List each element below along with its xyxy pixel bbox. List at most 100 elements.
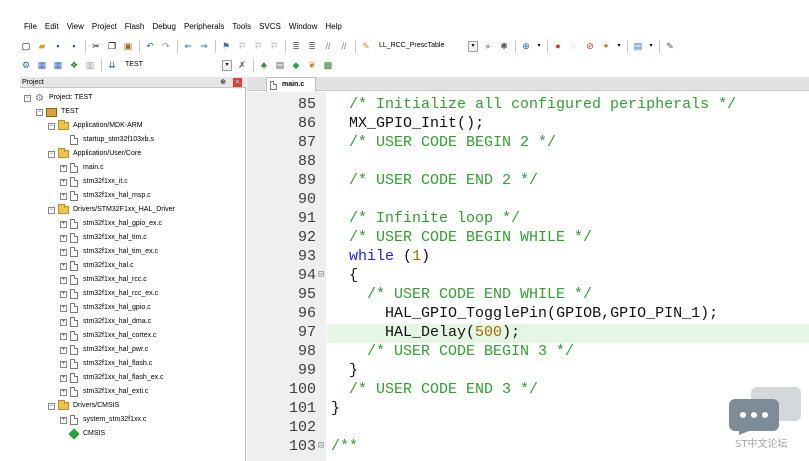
indent-icon[interactable]: ≣: [290, 40, 302, 52]
tree-item-file[interactable]: + main.c: [60, 161, 104, 175]
file-extensions-icon[interactable]: ♣: [258, 59, 270, 71]
pack-installer-icon[interactable]: ◆: [290, 59, 302, 71]
nav-forward-icon[interactable]: ⇒: [198, 40, 210, 52]
chevron-down-icon[interactable]: ▾: [616, 40, 622, 52]
menu-item-svcs[interactable]: SVCS: [259, 18, 281, 36]
save-all-icon[interactable]: ▪: [68, 40, 80, 52]
expand-icon[interactable]: +: [60, 388, 67, 396]
download-icon[interactable]: ⇊: [106, 59, 118, 71]
tree-item-file[interactable]: + stm32f1xx_hal.c: [60, 259, 134, 273]
tree-item-folder[interactable]: − Drivers/STM32F1xx_HAL_Driver: [48, 203, 175, 217]
breakpoint-kill-icon[interactable]: ⊘: [584, 40, 596, 52]
expand-icon[interactable]: +: [60, 178, 67, 186]
tree-item-folder[interactable]: − Application/User/Core: [48, 147, 141, 161]
bookmark-icon[interactable]: ⚑: [220, 40, 232, 52]
save-icon[interactable]: ▪: [52, 40, 64, 52]
expand-icon[interactable]: +: [60, 332, 67, 340]
tree-item-folder[interactable]: − Drivers/CMSIS: [48, 399, 119, 413]
tree-item-file[interactable]: + stm32f1xx_hal_gpio_ex.c: [60, 217, 162, 231]
chevron-down-icon[interactable]: ▾: [648, 40, 654, 52]
tree-item-file[interactable]: + stm32f1xx_hal_exti.c: [60, 385, 148, 399]
uncomment-icon[interactable]: //: [338, 40, 350, 52]
rebuild-icon[interactable]: ▦: [52, 59, 64, 71]
tree-item-file[interactable]: + stm32f1xx_hal_pwr.c: [60, 343, 148, 357]
find-icon[interactable]: ⌕: [482, 40, 494, 52]
expand-icon[interactable]: +: [60, 290, 67, 298]
collapse-icon[interactable]: −: [48, 402, 55, 410]
cut-icon[interactable]: ✂: [90, 40, 102, 52]
tree-item-file[interactable]: + stm32f1xx_hal_cortex.c: [60, 329, 157, 343]
window-layout-icon[interactable]: ▤: [632, 40, 644, 52]
expand-icon[interactable]: +: [60, 262, 67, 270]
expand-icon[interactable]: +: [60, 318, 67, 326]
bookmark-prev-icon[interactable]: ⚐: [236, 40, 248, 52]
tree-item-file[interactable]: + stm32f1xx_hal_tim.c: [60, 231, 147, 245]
tree-item-file[interactable]: + stm32f1xx_hal_msp.c: [60, 189, 151, 203]
expand-icon[interactable]: +: [60, 416, 67, 424]
close-icon[interactable]: ×: [233, 78, 242, 87]
tree-item-file[interactable]: + stm32f1xx_hal_tim_ex.c: [60, 245, 158, 259]
target-combo[interactable]: TEST: [122, 58, 218, 72]
nav-back-icon[interactable]: ⇐: [182, 40, 194, 52]
expand-icon[interactable]: +: [60, 220, 67, 228]
paste-icon[interactable]: ▣: [122, 40, 134, 52]
copy-icon[interactable]: ❐: [106, 40, 118, 52]
expand-icon[interactable]: +: [60, 374, 67, 382]
find-combo-dropdown[interactable]: ▾: [468, 40, 478, 52]
tree-item-file[interactable]: + system_stm32f1xx.c: [60, 413, 146, 427]
debug-start-icon[interactable]: ⊕: [520, 40, 532, 52]
tree-item-file[interactable]: + stm32f1xx_hal_flash.c: [60, 357, 152, 371]
tree-item-target[interactable]: − TEST: [36, 105, 79, 119]
undo-icon[interactable]: ↶: [144, 40, 156, 52]
build-icon[interactable]: ▦: [36, 59, 48, 71]
expand-icon[interactable]: +: [60, 234, 67, 242]
menu-item-file[interactable]: File: [24, 18, 37, 36]
browse-icon[interactable]: ✱: [498, 40, 510, 52]
settings-icon[interactable]: ✎: [664, 40, 676, 52]
find-combo[interactable]: LL_RCC_PrescTable: [376, 39, 464, 53]
expand-icon[interactable]: +: [60, 248, 67, 256]
chevron-down-icon[interactable]: ▾: [536, 40, 542, 52]
tree-item-project[interactable]: − ⚙ Project: TEST: [24, 91, 92, 105]
breakpoint-toggle-icon[interactable]: ✦: [600, 40, 612, 52]
collapse-icon[interactable]: −: [24, 94, 31, 102]
manage-rte-icon[interactable]: ▤: [274, 59, 286, 71]
collapse-icon[interactable]: −: [48, 150, 55, 158]
tree-item-file[interactable]: + stm32f1xx_hal_gpio.c: [60, 301, 151, 315]
tree-item-file[interactable]: + stm32f1xx_hal_flash_ex.c: [60, 371, 164, 385]
menu-item-edit[interactable]: Edit: [45, 18, 59, 36]
collapse-icon[interactable]: −: [36, 108, 43, 116]
bookmark-next-icon[interactable]: ⚐: [252, 40, 264, 52]
stop-build-icon[interactable]: ▥: [84, 59, 96, 71]
new-file-icon[interactable]: ▢: [20, 40, 32, 52]
menu-item-debug[interactable]: Debug: [152, 18, 176, 36]
menu-item-flash[interactable]: Flash: [125, 18, 145, 36]
collapse-icon[interactable]: −: [48, 122, 55, 130]
menu-item-help[interactable]: Help: [325, 18, 341, 36]
bookmark-clear-icon[interactable]: ⚐: [268, 40, 280, 52]
find-in-files-icon[interactable]: ✎: [360, 40, 372, 52]
target-combo-dropdown[interactable]: ▾: [222, 59, 232, 71]
tree-item-file[interactable]: startup_stm32f103xb.s: [60, 133, 154, 147]
tab-main-c[interactable]: main.c: [266, 77, 316, 92]
tree-item-folder[interactable]: − Application/MDK-ARM: [48, 119, 143, 133]
target-options-icon[interactable]: ✗: [236, 59, 248, 71]
tree-item-component[interactable]: CMSIS: [60, 427, 105, 441]
expand-icon[interactable]: +: [60, 164, 67, 172]
tree-item-file[interactable]: + stm32f1xx_hal_dma.c: [60, 315, 151, 329]
breakpoint-disable-icon[interactable]: ○: [568, 40, 580, 52]
select-packs-icon[interactable]: ▩: [322, 59, 334, 71]
tree-item-file[interactable]: + stm32f1xx_it.c: [60, 175, 128, 189]
menu-item-peripherals[interactable]: Peripherals: [184, 18, 224, 36]
books-icon[interactable]: ❦: [306, 59, 318, 71]
fold-icon[interactable]: ⊟: [318, 437, 327, 456]
menu-item-window[interactable]: Window: [289, 18, 317, 36]
expand-icon[interactable]: +: [60, 192, 67, 200]
breakpoint-icon[interactable]: ●: [552, 40, 564, 52]
unindent-icon[interactable]: ≣: [306, 40, 318, 52]
expand-icon[interactable]: +: [60, 346, 67, 354]
translate-icon[interactable]: ⚙: [20, 59, 32, 71]
batch-build-icon[interactable]: ❖: [68, 59, 80, 71]
tree-item-file[interactable]: + stm32f1xx_hal_rcc.c: [60, 273, 147, 287]
expand-icon[interactable]: +: [60, 276, 67, 284]
